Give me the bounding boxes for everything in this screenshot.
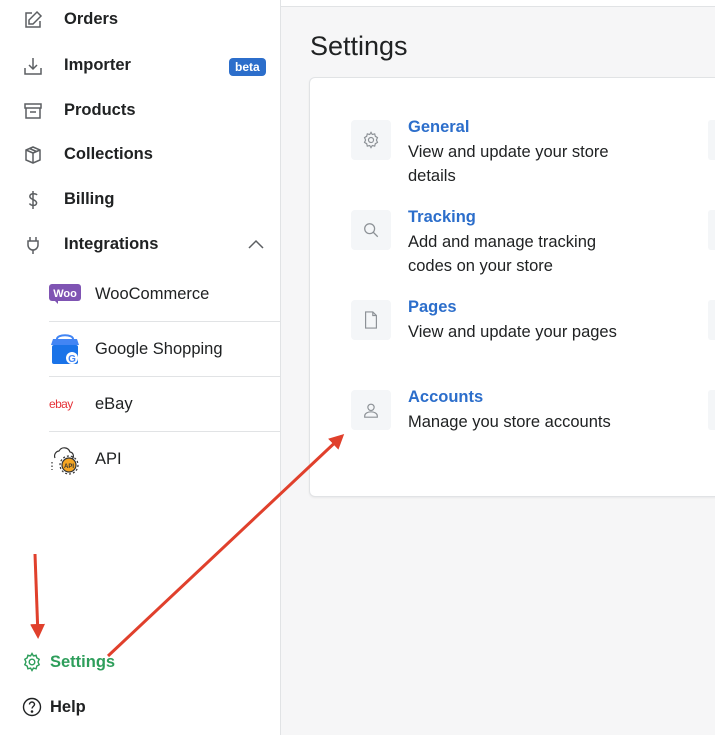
- download-icon: [22, 55, 44, 77]
- sidebar-item-label: Orders: [64, 10, 119, 28]
- integration-item-api[interactable]: API API: [49, 432, 280, 487]
- integration-item-ebay[interactable]: ebay eBay: [49, 377, 280, 432]
- search-icon: [351, 210, 391, 250]
- setting-title[interactable]: General: [408, 118, 469, 137]
- setting-description: View and update your store details: [408, 143, 609, 185]
- archive-icon: [22, 100, 44, 122]
- api-logo: API: [49, 444, 81, 476]
- sidebar-item-collections[interactable]: Collections: [0, 132, 280, 177]
- sidebar-item-label: Collections: [64, 145, 153, 163]
- setting-action[interactable]: [708, 390, 715, 430]
- sidebar-item-help[interactable]: Help: [0, 687, 280, 727]
- setting-title[interactable]: Accounts: [408, 388, 483, 407]
- box-icon: [22, 144, 44, 166]
- sidebar-item-billing[interactable]: Billing: [0, 177, 280, 222]
- plug-icon: [22, 234, 44, 256]
- svg-text:ebay: ebay: [49, 397, 73, 411]
- sidebar-item-label: Settings: [50, 652, 116, 671]
- svg-text:Woo: Woo: [53, 288, 77, 300]
- svg-text:API: API: [64, 464, 74, 470]
- sidebar-item-settings[interactable]: Settings: [0, 642, 280, 682]
- sidebar-item-orders[interactable]: Orders: [0, 0, 280, 42]
- google-shopping-logo: G: [49, 333, 81, 365]
- setting-action[interactable]: [708, 120, 715, 160]
- sidebar-item-label: Billing: [64, 190, 115, 208]
- setting-title[interactable]: Pages: [408, 298, 457, 317]
- setting-description: View and update your pages: [408, 323, 617, 341]
- setting-description: Add and manage tracking codes on your st…: [408, 233, 597, 275]
- chevron-up-icon[interactable]: [246, 235, 266, 255]
- beta-badge: beta: [229, 58, 266, 76]
- svg-text:G: G: [68, 354, 76, 365]
- setting-action[interactable]: [708, 210, 715, 250]
- help-icon: [22, 697, 42, 717]
- sidebar-item-integrations[interactable]: Integrations: [0, 222, 280, 267]
- gear-icon: [22, 652, 42, 672]
- page-icon: [351, 300, 391, 340]
- settings-card: General View and update your store detai…: [309, 77, 715, 497]
- main-content: Settings General View and update your st…: [281, 0, 715, 735]
- sidebar-item-products[interactable]: Products: [0, 88, 280, 133]
- gear-icon: [351, 120, 391, 160]
- integration-item-label: WooCommerce: [95, 284, 210, 303]
- sidebar-item-label: Importer: [64, 56, 131, 74]
- integration-item-label: Google Shopping: [95, 339, 223, 358]
- sidebar-item-label: Integrations: [64, 235, 159, 253]
- sidebar: Orders Importer beta Products Collection…: [0, 0, 281, 735]
- integration-item-woocommerce[interactable]: Woo WooCommerce: [49, 267, 280, 322]
- user-icon: [351, 390, 391, 430]
- woocommerce-logo: Woo: [49, 278, 81, 310]
- edit-icon: [22, 9, 44, 31]
- page-title: Settings: [310, 31, 408, 61]
- dollar-icon: [22, 189, 44, 211]
- integration-item-label: eBay: [95, 394, 133, 413]
- setting-title[interactable]: Tracking: [408, 208, 476, 227]
- ebay-logo: ebay: [49, 388, 81, 420]
- setting-description: Manage you store accounts: [408, 413, 611, 431]
- sidebar-item-label: Products: [64, 101, 136, 119]
- integration-item-label: API: [95, 450, 122, 468]
- setting-action[interactable]: [708, 300, 715, 340]
- integration-item-google-shopping[interactable]: G Google Shopping: [49, 322, 280, 377]
- sidebar-item-label: Help: [50, 697, 86, 716]
- top-bar: [281, 0, 715, 7]
